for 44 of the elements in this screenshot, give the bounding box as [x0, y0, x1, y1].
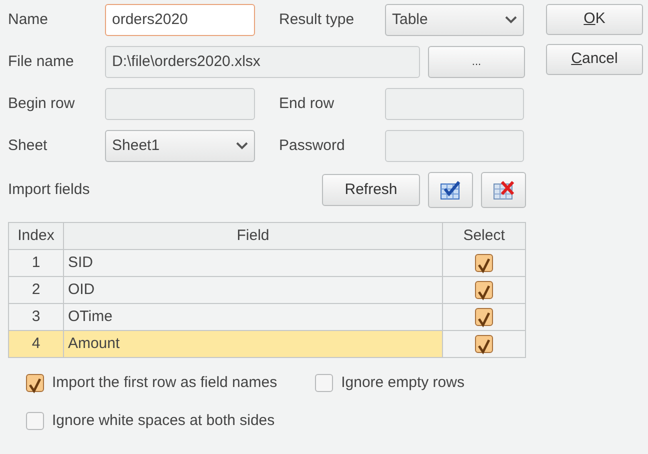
end-row-field[interactable] [385, 88, 524, 120]
begin-row-field[interactable] [105, 88, 255, 120]
cancel-button[interactable]: Cancel [546, 44, 643, 75]
field-label: File name [8, 52, 75, 72]
option-label[interactable]: Import the first row as field names [52, 372, 278, 394]
field-label: Begin row [8, 94, 76, 114]
file-name-field[interactable]: D:\file\orders2020.xlsx [105, 46, 420, 78]
checkbox[interactable] [475, 254, 494, 272]
crossed-grid-icon [492, 180, 514, 200]
column-header: Select [442, 222, 526, 250]
table-cell: 2 [8, 276, 64, 304]
dropdown[interactable]: Table [385, 4, 524, 36]
refresh-button[interactable]: Refresh [322, 174, 420, 206]
column-header: Field [63, 222, 443, 250]
browse-button[interactable]: ... [428, 46, 525, 78]
caret-icon [236, 142, 248, 150]
password-field[interactable] [385, 130, 524, 162]
field-label: Password [279, 136, 346, 156]
select-all-button[interactable] [428, 172, 473, 208]
caret-icon [505, 16, 517, 24]
section-label: Import fields [8, 180, 91, 200]
checkbox[interactable] [475, 280, 494, 299]
column-header: Index [8, 222, 64, 250]
checkbox[interactable] [475, 308, 494, 326]
clear-all-button[interactable] [481, 172, 526, 208]
table-cell: 1 [8, 250, 64, 276]
field-label: Name [8, 10, 50, 30]
ok-button[interactable]: OK [546, 4, 643, 35]
table-cell: 4 [8, 330, 64, 358]
dropdown[interactable]: Sheet1 [105, 130, 255, 162]
checkbox[interactable] [315, 374, 334, 392]
option-label[interactable]: Ignore white spaces at both sides [52, 410, 275, 432]
option-label[interactable]: Ignore empty rows [341, 372, 464, 394]
checkbox[interactable] [26, 374, 44, 392]
table-cell: Amount [63, 330, 443, 358]
field-label: End row [279, 94, 336, 114]
field-label: Sheet [8, 136, 48, 156]
table-cell: SID [63, 250, 443, 276]
table-cell: OID [63, 276, 443, 304]
field-label: Result type [279, 10, 356, 30]
checkbox[interactable] [475, 334, 494, 353]
checked-grid-icon [440, 180, 462, 200]
name-field[interactable]: orders2020 [105, 4, 255, 36]
checkbox[interactable] [26, 412, 44, 430]
